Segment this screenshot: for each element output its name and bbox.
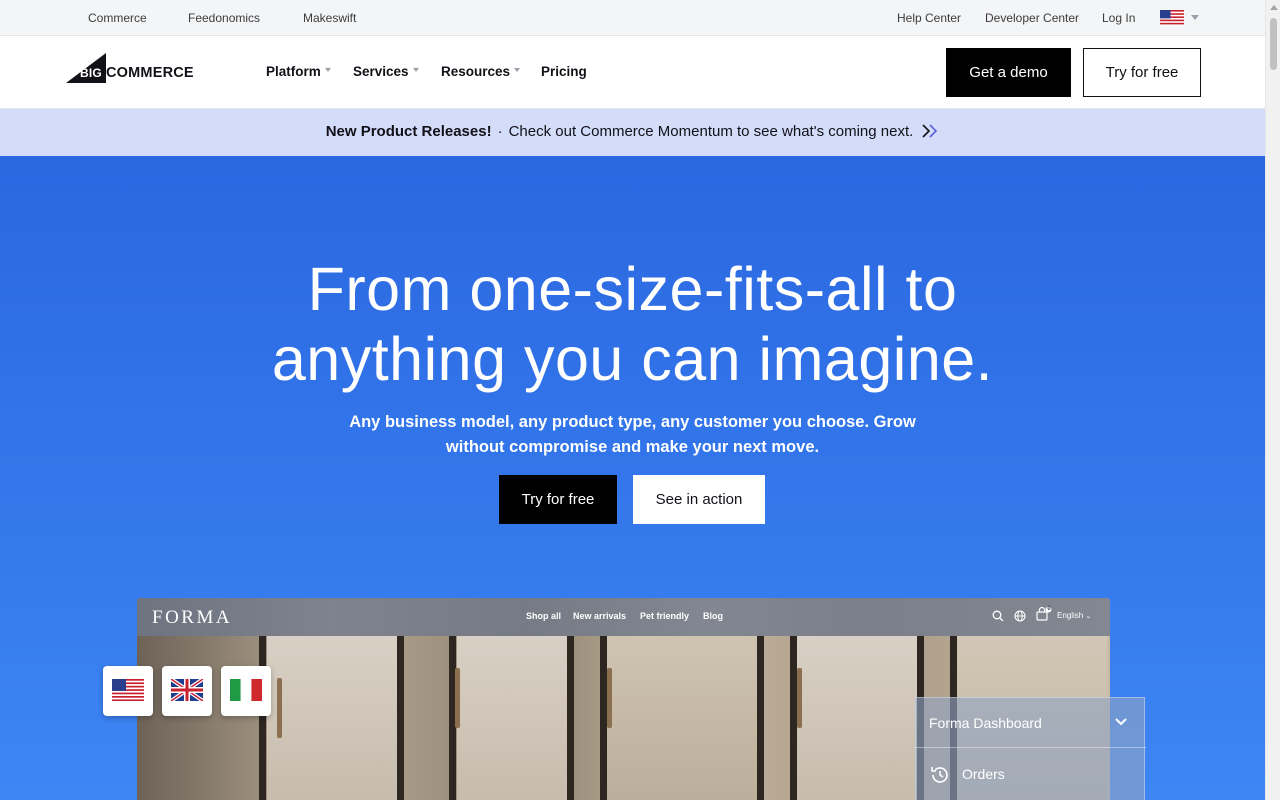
caret-down-icon <box>514 68 521 73</box>
utility-link-makeswift[interactable]: Makeswift <box>303 11 356 25</box>
main-nav: BIG COMMERCE Platform Services Resources… <box>0 36 1265 109</box>
utility-link-log-in[interactable]: Log In <box>1102 11 1135 25</box>
window-frame <box>259 636 266 800</box>
door-handle <box>277 678 282 738</box>
mockup-link-blog[interactable]: Blog <box>703 611 723 621</box>
nav-item-platform[interactable]: Platform <box>266 64 331 79</box>
utility-link-commerce[interactable]: Commerce <box>88 11 147 25</box>
uk-flag-icon <box>171 679 203 701</box>
window-frame <box>757 636 764 800</box>
logo-commerce-text: COMMERCE <box>106 65 194 81</box>
caret-down-icon <box>412 68 419 73</box>
window-frame <box>397 636 404 800</box>
hero-title-line-1: From one-size-fits-all to <box>307 255 958 323</box>
door-handle <box>455 668 460 728</box>
hero-section: From one-size-fits-all to anything you c… <box>0 156 1265 800</box>
nav-item-label: Pricing <box>541 64 587 79</box>
flag-card-uk[interactable] <box>162 666 212 716</box>
utility-bar: Commerce Feedonomics Makeswift Help Cent… <box>0 0 1265 36</box>
bigcommerce-logo[interactable]: BIG COMMERCE <box>66 53 198 85</box>
flag-card-us[interactable] <box>103 666 153 716</box>
logo-big-text: BIG <box>80 66 102 80</box>
get-a-demo-button[interactable]: Get a demo <box>946 48 1071 97</box>
region-chevron-down-icon[interactable] <box>1191 15 1199 20</box>
nav-item-label: Platform <box>266 64 321 79</box>
search-icon[interactable] <box>992 610 1004 622</box>
window-pane <box>267 636 397 800</box>
chevron-down-icon <box>1115 718 1127 726</box>
mockup-link-shop-all[interactable]: Shop all <box>526 611 561 621</box>
nav-item-pricing[interactable]: Pricing <box>541 64 587 79</box>
hero-try-for-free-button[interactable]: Try for free <box>499 475 617 524</box>
double-chevron-right-icon <box>922 124 938 138</box>
hero-title-line-2: anything you can imagine. <box>271 325 994 393</box>
mockup-link-new-arrivals[interactable]: New arrivals <box>573 611 626 621</box>
cart-count-badge: 0 <box>1047 606 1051 612</box>
window-pane <box>797 636 917 800</box>
mockup-header: FORMA Shop all New arrivals Pet friendly… <box>137 598 1110 636</box>
us-flag-icon <box>112 679 144 701</box>
announcement-link[interactable]: New Product Releases! · Check out Commerce… <box>0 109 1265 156</box>
door-handle <box>797 668 802 728</box>
italy-flag-icon <box>230 679 262 701</box>
dashboard-item-label: Orders <box>962 766 1005 782</box>
nav-item-resources[interactable]: Resources <box>441 64 521 79</box>
caret-down-icon <box>324 68 331 73</box>
window-frame <box>567 636 574 800</box>
forma-dashboard-panel: Forma Dashboard Orders <box>915 697 1146 800</box>
utility-link-feedonomics[interactable]: Feedonomics <box>188 11 260 25</box>
dashboard-header[interactable]: Forma Dashboard <box>916 698 1146 748</box>
forma-logo[interactable]: FORMA <box>152 607 232 629</box>
window-frame <box>790 636 797 800</box>
mockup-link-pet-friendly[interactable]: Pet friendly <box>640 611 689 621</box>
door-handle <box>607 668 612 728</box>
utility-link-developer-center[interactable]: Developer Center <box>985 11 1079 25</box>
scroll-up-arrow-icon[interactable] <box>1270 5 1278 10</box>
announcement-separator: · <box>497 123 503 140</box>
utility-link-help-center[interactable]: Help Center <box>897 11 961 25</box>
globe-icon[interactable] <box>1014 610 1026 622</box>
window-frame <box>600 636 607 800</box>
dashboard-item-orders[interactable]: Orders <box>916 750 1146 800</box>
dashboard-title: Forma Dashboard <box>929 715 1042 731</box>
chevron-down-icon: ⌄ <box>1085 613 1092 620</box>
page-scrollbar[interactable] <box>1265 0 1280 800</box>
us-flag-icon[interactable] <box>1160 10 1184 26</box>
announcement-text: Check out Commerce Momentum to see what'… <box>508 123 914 140</box>
scrollbar-thumb[interactable] <box>1270 18 1277 70</box>
hero-subtitle: Any business model, any product type, an… <box>349 413 916 456</box>
hero-title: From one-size-fits-all to anything you c… <box>0 254 1265 394</box>
try-for-free-nav-button[interactable]: Try for free <box>1083 48 1201 97</box>
announcement-banner: New Product Releases! · Check out Commerce… <box>0 109 1265 156</box>
announcement-heading: New Product Releases! <box>325 123 492 140</box>
history-icon <box>931 767 948 783</box>
nav-item-label: Services <box>353 64 409 79</box>
window-pane <box>607 636 757 800</box>
mockup-language-label: English <box>1057 611 1084 620</box>
nav-item-label: Resources <box>441 64 511 79</box>
mockup-language-selector[interactable]: English ⌄ <box>1057 611 1091 620</box>
nav-item-services[interactable]: Services <box>353 64 419 79</box>
flag-card-italy[interactable] <box>221 666 271 716</box>
window-pane <box>457 636 567 800</box>
see-in-action-button[interactable]: See in action <box>633 475 765 524</box>
